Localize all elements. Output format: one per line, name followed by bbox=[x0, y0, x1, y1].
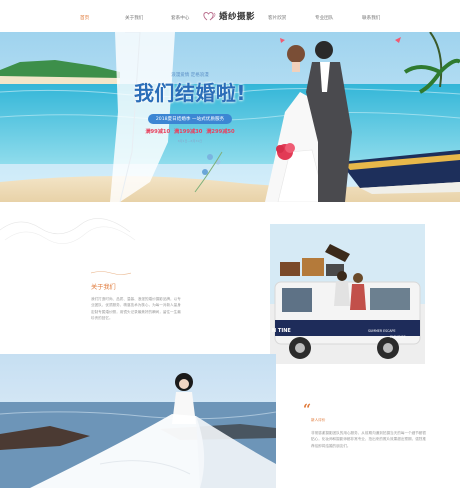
banner-promos: 满99减10 满199减30 满299减50 bbox=[110, 128, 270, 135]
quote-mark-icon: “ bbox=[303, 402, 312, 418]
nav-item-packages[interactable]: 套系中心 bbox=[171, 15, 189, 21]
site-logo[interactable]: 婚纱摄影 bbox=[203, 9, 255, 23]
banner-date: 8月1日—8月31日 bbox=[177, 139, 203, 143]
nav-item-about[interactable]: 关于我们 bbox=[125, 15, 143, 21]
testimonial-name: 新人评价 bbox=[311, 418, 326, 422]
lace-decoration bbox=[0, 218, 136, 244]
logo-text: 婚纱摄影 bbox=[219, 12, 256, 22]
nav-item-team[interactable]: 专业团队 bbox=[315, 15, 333, 21]
banner-small-tags: 浪漫爱情 定格浪漫 bbox=[171, 73, 209, 78]
bride-sea-photo[interactable] bbox=[0, 354, 276, 488]
about-body: 我们打造时尚、品质、温馨、浪漫的婚纱摄影品牌，以专业团队、优质服务、精湛技术为核… bbox=[91, 297, 181, 320]
van-sign-right-bottom: PARADISE bbox=[390, 335, 406, 339]
ornament-divider-icon bbox=[91, 271, 131, 275]
banner-title: 我们结婚啦! bbox=[133, 81, 247, 105]
heart-logo-icon bbox=[203, 12, 216, 21]
nav-item-home[interactable]: 首页 bbox=[80, 15, 89, 21]
promo-item: 满299减50 bbox=[206, 129, 235, 135]
promo-item: 满99减10 bbox=[145, 129, 171, 135]
couple-van-photo[interactable]: N TINE SUMMER ESCAPE PARADISE bbox=[270, 224, 425, 364]
van-sign-left: N TINE bbox=[272, 328, 291, 334]
testimonial-body: 非常感谢摄影团队的用心服务，从前期沟通到拍摄当天的每一个细节都很贴心，化妆师和摄… bbox=[311, 431, 426, 448]
about-title: 关于我们 bbox=[91, 284, 116, 291]
promo-item: 满199减30 bbox=[173, 129, 203, 135]
hero-banner[interactable]: 浪漫爱情 定格浪漫 我们结婚啦! 2018夏日结婚季 一站式优质服务 满99减1… bbox=[0, 32, 460, 202]
nav-item-gallery[interactable]: 客片欣赏 bbox=[268, 15, 286, 21]
banner-subtitle: 2018夏日结婚季 一站式优质服务 bbox=[147, 114, 233, 124]
top-navigation: 首页 关于我们 套系中心 婚纱摄影 客片欣赏 专业团队 联系我们 bbox=[0, 0, 460, 32]
van-sign-right-top: SUMMER ESCAPE bbox=[368, 329, 396, 333]
banner-promo-text: 浪漫爱情 定格浪漫 我们结婚啦! 2018夏日结婚季 一站式优质服务 满99减1… bbox=[110, 72, 270, 143]
nav-item-contact[interactable]: 联系我们 bbox=[362, 15, 380, 21]
